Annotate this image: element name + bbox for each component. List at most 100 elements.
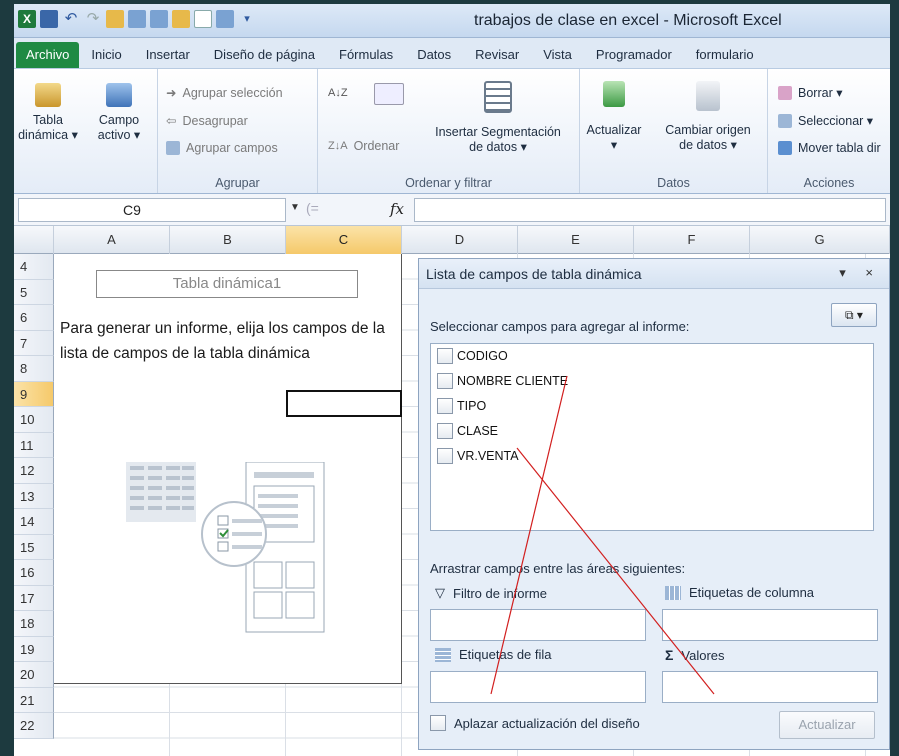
field-checkbox[interactable]	[437, 373, 453, 389]
column-header-g[interactable]: G	[750, 226, 890, 254]
defer-update-option[interactable]: Aplazar actualización del diseño	[430, 715, 640, 731]
row-header[interactable]: 11	[14, 432, 54, 458]
row-header[interactable]: 19	[14, 636, 54, 662]
field-checkbox[interactable]	[437, 398, 453, 414]
actualizar-button[interactable]: Actualizar ▾	[580, 81, 648, 153]
sort-az-button[interactable]: A↓Z	[328, 87, 348, 99]
tab-programador[interactable]: Programador	[584, 42, 684, 68]
agrupar-seleccion-label: Agrupar selección	[182, 85, 283, 100]
field-vr-venta[interactable]: VR.VENTA	[437, 446, 519, 466]
field-checkbox[interactable]	[437, 348, 453, 364]
row-header[interactable]: 12	[14, 458, 54, 484]
excel-app-icon[interactable]: X	[18, 10, 36, 28]
insert-function-icon[interactable]: fx	[390, 200, 404, 218]
tabla-dinamica-label: Tabla	[33, 113, 63, 127]
row-header[interactable]: 14	[14, 509, 54, 535]
column-header-f[interactable]: F	[634, 226, 750, 254]
row-header[interactable]: 5	[14, 279, 54, 305]
active-cell-c9[interactable]	[286, 390, 402, 417]
field-checkbox[interactable]	[437, 423, 453, 439]
column-header-e[interactable]: E	[518, 226, 634, 254]
row-header[interactable]: 7	[14, 330, 54, 356]
row-header-selected[interactable]: 9	[14, 381, 54, 407]
row-header[interactable]: 18	[14, 611, 54, 637]
pivot-table-name: Tabla dinámica1	[96, 270, 358, 298]
panel-header: Lista de campos de tabla dinámica ▾ ×	[419, 259, 889, 289]
sort-dialog-button[interactable]	[374, 83, 404, 105]
tab-formulario[interactable]: formulario	[684, 42, 766, 68]
open-folder-icon[interactable]	[106, 10, 124, 28]
column-header-a[interactable]: A	[54, 226, 170, 254]
select-all-corner[interactable]	[14, 226, 54, 254]
column-header-b[interactable]: B	[170, 226, 286, 254]
tab-revisar[interactable]: Revisar	[463, 42, 531, 68]
row-header[interactable]: 8	[14, 356, 54, 382]
row-header[interactable]: 17	[14, 585, 54, 611]
borrar-label: Borrar ▾	[798, 86, 843, 100]
row-header[interactable]: 15	[14, 534, 54, 560]
spelling-icon[interactable]	[172, 10, 190, 28]
tab-datos[interactable]: Datos	[405, 42, 463, 68]
name-box[interactable]: C9	[18, 198, 286, 222]
panel-close-controls[interactable]: ▾ ×	[839, 265, 881, 281]
column-header-c[interactable]: C	[286, 226, 402, 254]
print-preview-icon[interactable]	[128, 10, 146, 28]
field-tipo[interactable]: TIPO	[437, 396, 486, 416]
values-drop-zone[interactable]	[662, 671, 878, 703]
columns-drop-zone[interactable]	[662, 609, 878, 641]
pivot-table-icon	[35, 83, 61, 107]
customize-toolbar-icon[interactable]: ▾	[238, 10, 256, 28]
tab-vista[interactable]: Vista	[531, 42, 584, 68]
agrupar-seleccion-button[interactable]: ➜ Agrupar selección	[166, 85, 283, 101]
field-clase[interactable]: CLASE	[437, 421, 498, 441]
mover-tabla-button[interactable]: Mover tabla dir	[778, 141, 881, 155]
field-list-layout-button[interactable]: ⧉ ▾	[831, 303, 877, 327]
row-header[interactable]: 6	[14, 305, 54, 331]
undo-icon[interactable]: ↶	[62, 10, 80, 28]
rows-drop-zone[interactable]	[430, 671, 646, 703]
field-checkbox[interactable]	[437, 448, 453, 464]
row-header[interactable]: 10	[14, 407, 54, 433]
new-document-icon[interactable]	[194, 10, 212, 28]
filter-drop-zone[interactable]	[430, 609, 646, 641]
insertar-segmentacion-button[interactable]: Insertar Segmentación de datos ▾	[422, 81, 574, 155]
row-header[interactable]: 13	[14, 483, 54, 509]
rows-zone-label: Etiquetas de fila	[459, 647, 552, 662]
eraser-icon	[778, 85, 792, 100]
column-header-d[interactable]: D	[402, 226, 518, 254]
window-title: trabajos de clase en excel - Microsoft E…	[474, 12, 782, 29]
defer-update-checkbox[interactable]	[430, 715, 446, 731]
seleccionar-button[interactable]: Seleccionar ▾	[778, 113, 873, 128]
ordenar-button[interactable]: Z↓A Ordenar	[328, 139, 399, 153]
chart-icon[interactable]	[150, 10, 168, 28]
row-header[interactable]: 20	[14, 662, 54, 688]
form-icon[interactable]	[216, 10, 234, 28]
formula-collapse-icon[interactable]: (=	[306, 200, 319, 216]
update-button[interactable]: Actualizar	[779, 711, 875, 739]
borrar-button[interactable]: Borrar ▾	[778, 85, 842, 100]
tab-insertar[interactable]: Insertar	[134, 42, 202, 68]
panel-title: Lista de campos de tabla dinámica	[426, 266, 642, 282]
desagrupar-button[interactable]: ⇦ Desagrupar	[166, 113, 248, 129]
zone-label-filter: ▽ Filtro de informe	[435, 585, 547, 601]
pivot-table-placeholder[interactable]: Tabla dinámica1 Para generar un informe,…	[54, 254, 402, 684]
row-header[interactable]: 22	[14, 713, 54, 739]
excel-window: X ↶ ↷ ▾ trabajos de clase en excel - Mic…	[14, 4, 890, 756]
tab-archivo[interactable]: Archivo	[16, 42, 80, 68]
row-header[interactable]: 16	[14, 560, 54, 586]
name-box-dropdown-icon[interactable]: ▼	[290, 202, 300, 213]
formula-input[interactable]	[414, 198, 886, 222]
tabla-dinamica-button[interactable]: Tabla dinámica ▾	[18, 83, 78, 143]
row-header[interactable]: 4	[14, 254, 54, 280]
agrupar-campos-button[interactable]: Agrupar campos	[166, 141, 278, 155]
redo-icon[interactable]: ↷	[84, 10, 102, 28]
field-nombre-cliente[interactable]: NOMBRE CLIENTE	[437, 371, 568, 391]
tab-formulas[interactable]: Fórmulas	[327, 42, 405, 68]
campo-activo-button[interactable]: Campo activo ▾	[88, 83, 150, 143]
save-icon[interactable]	[40, 10, 58, 28]
cambiar-origen-button[interactable]: Cambiar origen de datos ▾	[652, 81, 764, 153]
row-header[interactable]: 21	[14, 687, 54, 713]
tab-diseno-pagina[interactable]: Diseño de página	[202, 42, 327, 68]
tab-inicio[interactable]: Inicio	[79, 42, 133, 68]
field-codigo[interactable]: CODIGO	[437, 346, 508, 366]
